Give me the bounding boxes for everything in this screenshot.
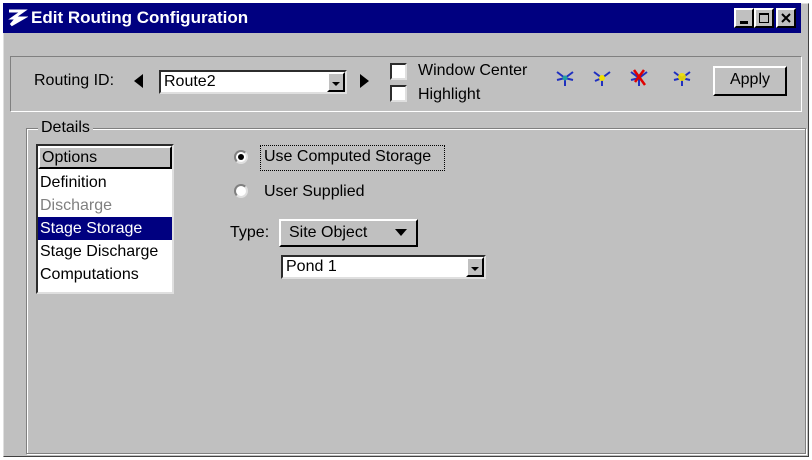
use-computed-storage-label[interactable]: Use Computed Storage [264,147,431,167]
caret-down-icon [395,229,407,236]
options-header: Options [38,146,172,169]
site-object-dropdown-button[interactable] [466,257,484,277]
user-supplied-radio[interactable] [234,184,248,198]
list-item-stage-discharge[interactable]: Stage Discharge [38,240,172,263]
highlight-label: Highlight [418,86,481,103]
maximize-icon [759,13,769,23]
use-computed-storage-radio[interactable] [234,150,248,164]
highlight-checkbox[interactable] [390,85,407,102]
chevron-down-icon [471,267,479,271]
routing-id-dropdown-button[interactable] [327,72,345,92]
list-item-definition[interactable]: Definition [38,171,172,194]
routing-id-label: Routing ID: [34,72,115,89]
chevron-down-icon [332,82,340,86]
prev-route-arrow-icon[interactable] [134,74,143,88]
close-button[interactable] [776,8,796,28]
title-bar[interactable]: Edit Routing Configuration [3,3,801,33]
network-yellow-icon[interactable] [590,66,614,90]
list-item-discharge[interactable]: Discharge [38,194,172,217]
minimize-icon [740,21,748,24]
list-item-computations[interactable]: Computations [38,263,172,286]
network-highlight-icon[interactable] [670,66,694,90]
type-label: Type: [230,224,270,241]
routing-id-dropdown[interactable]: Route2 [159,70,347,94]
type-option-button[interactable]: Site Object [279,219,418,247]
maximize-button[interactable] [754,8,774,28]
window-center-label: Window Center [418,62,528,79]
apply-button-label: Apply [729,71,771,88]
window-center-checkbox[interactable] [390,63,407,80]
radio-selected-dot [238,154,244,160]
window-title: Edit Routing Configuration [31,8,249,27]
close-icon [781,13,791,23]
network-blue-icon[interactable] [553,66,577,90]
network-delete-icon[interactable] [627,66,651,90]
apply-button[interactable]: Apply [713,66,787,96]
details-group-label: Details [38,118,93,138]
list-item-stage-storage[interactable]: Stage Storage [38,217,172,240]
app-logo-icon [8,9,28,27]
minimize-button[interactable] [734,8,754,28]
site-object-value: Pond 1 [286,258,337,275]
user-supplied-label[interactable]: User Supplied [264,182,365,202]
type-value: Site Object [289,224,368,241]
routing-id-value: Route2 [164,73,216,90]
options-listbox[interactable]: Options Definition Discharge Stage Stora… [36,144,174,294]
site-object-dropdown[interactable]: Pond 1 [281,255,486,279]
next-route-arrow-icon[interactable] [360,74,369,88]
